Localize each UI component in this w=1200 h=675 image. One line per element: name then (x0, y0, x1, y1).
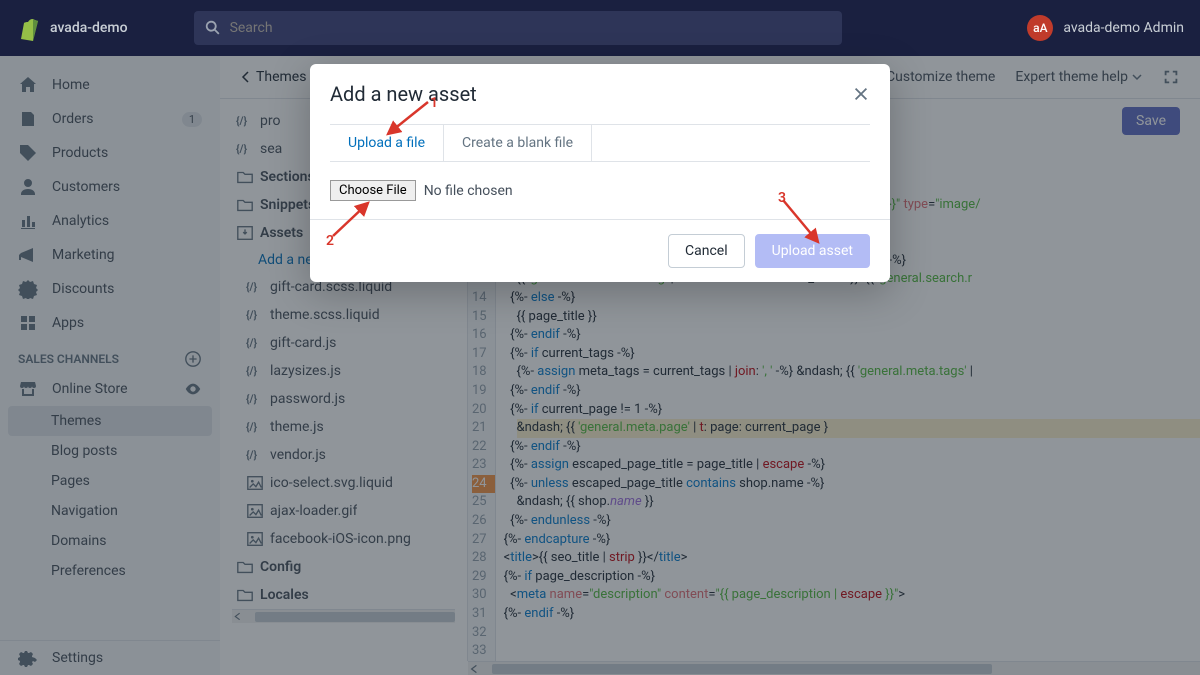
add-asset-modal: Add a new asset Upload a file Create a b… (310, 64, 890, 282)
choose-file-button[interactable]: Choose File (330, 180, 416, 201)
app-header: avada-demo aA avada-demo Admin (0, 0, 1200, 56)
modal-title: Add a new asset (330, 82, 477, 106)
store-brand[interactable]: avada-demo (16, 15, 128, 41)
close-icon[interactable] (852, 85, 870, 103)
avatar: aA (1027, 15, 1053, 41)
search-box[interactable] (194, 11, 842, 45)
tab-create-blank[interactable]: Create a blank file (443, 125, 592, 161)
store-name: avada-demo (50, 20, 128, 36)
annotation-label-2: 2 (326, 233, 334, 249)
modal-overlay[interactable]: Add a new asset Upload a file Create a b… (0, 56, 1200, 675)
annotation-label-1: 1 (430, 95, 438, 111)
search-icon (204, 19, 222, 37)
shopify-logo (16, 15, 40, 41)
annotation-label-3: 3 (778, 190, 786, 206)
upload-asset-button[interactable]: Upload asset (755, 234, 870, 268)
search-input[interactable] (230, 20, 832, 36)
user-menu[interactable]: aA avada-demo Admin (1027, 15, 1184, 41)
user-name-label: avada-demo Admin (1063, 20, 1184, 36)
cancel-button[interactable]: Cancel (668, 234, 745, 268)
file-chosen-status: No file chosen (424, 183, 513, 199)
tab-upload-file[interactable]: Upload a file (330, 125, 443, 161)
